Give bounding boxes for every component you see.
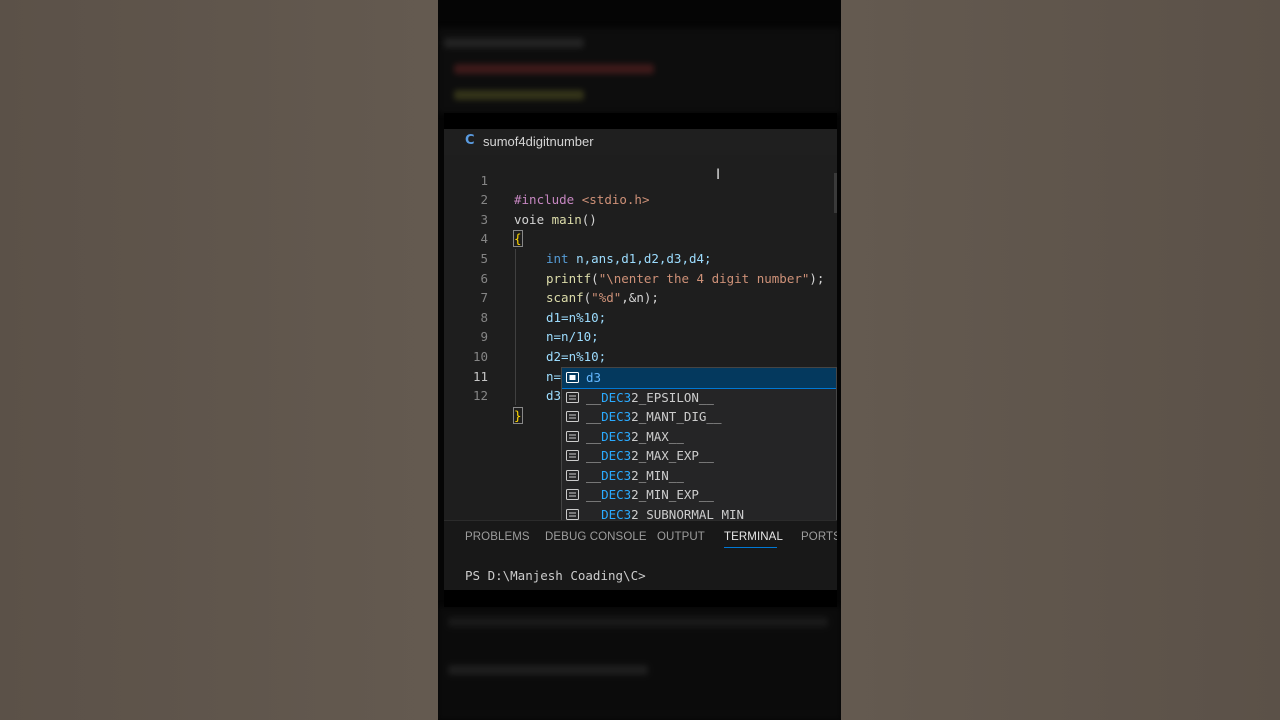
blurred-bottom-region [438,607,841,720]
constant-icon [566,469,579,481]
active-tab-indicator [724,547,777,548]
suggestion-prefix: __ [586,428,602,444]
suggestion-item[interactable]: __DEC32_MIN__ [562,466,836,486]
suggestion-suffix: 2_EPSILON__ [631,389,714,405]
constant-icon [566,508,579,520]
code-line[interactable]: 9 d2=n%10; [444,308,837,364]
autocomplete-suggestions[interactable]: d3 __DEC32_EPSILON__ __DEC32_MANT_DIG__ __D… [561,367,837,525]
code-token: } [513,406,523,424]
code-area[interactable]: 1 #include <stdio.h> 2 voie main() 3 { 4… [444,151,837,424]
suggestion-prefix: __ [586,409,602,424]
editor-bottom-bar [444,590,837,607]
code-line-current[interactable]: 11 d3 [444,347,837,404]
blur-line [444,38,584,48]
suggestion-match: DEC3 [601,448,632,463]
suggestion-item[interactable]: __DEC32_MAX_EXP__ [562,446,836,466]
suggestion-item[interactable]: __DEC32_EPSILON__ [562,388,836,408]
suggestion-match: d3 [586,370,602,385]
code-line[interactable]: 4 int n,ans,d1,d2,d3,d4; [444,210,837,266]
suggestion-suffix: 2_MAX__ [631,428,684,444]
terminal-prompt[interactable]: PS D:\Manjesh Coading\C> [465,568,646,583]
tab-ports[interactable]: PORTS [801,531,837,543]
suggestion-prefix: __ [586,467,602,483]
code-line[interactable]: 1 #include <stdio.h> [444,151,837,208]
video-side-blur-left [0,0,438,720]
file-name[interactable]: sumof4digitnumber [483,134,594,149]
suggestion-label: __DEC32_MAX_EXP__ [586,446,714,466]
suggestion-item[interactable]: __DEC32_MAX__ [562,427,836,447]
blur-line [448,617,828,627]
scrollbar[interactable] [834,173,837,213]
suggestion-match: DEC3 [601,389,632,405]
tab-debug-console[interactable]: DEBUG CONSOLE [545,531,647,543]
code-line[interactable]: 8 n=n/10; [444,288,837,345]
suggestion-label: __DEC32_MIN__ [586,466,684,486]
line-number: 12 [472,388,488,404]
code-line[interactable]: 5 printf("\nenter the 4 digit number"); [444,229,837,286]
suggestion-item[interactable]: __DEC32_MANT_DIG__ [562,407,836,427]
c-language-icon: C [465,133,475,148]
suggestion-prefix: __ [586,487,602,502]
tab-output[interactable]: OUTPUT [657,531,705,543]
suggestion-prefix: __ [586,448,602,463]
suggestion-match: DEC3 [601,428,632,444]
variable-icon [566,372,579,383]
suggestion-item[interactable]: d3 [562,368,836,389]
code-text: d3 [546,388,562,404]
bottom-panel: PROBLEMS DEBUG CONSOLE OUTPUT TERMINAL P… [444,520,837,591]
blur-line [454,64,654,74]
suggestion-match: DEC3 [601,409,632,424]
tab-terminal[interactable]: TERMINAL [724,531,783,543]
suggestion-match: DEC3 [601,467,632,483]
code-line[interactable]: 7 d1=n%10; [444,269,837,325]
blurred-top-region [438,28,841,113]
suggestion-suffix: 2_MANT_DIG__ [631,409,722,424]
suggestion-label: __DEC32_EPSILON__ [586,388,714,408]
suggestion-item[interactable]: __DEC32_MIN_EXP__ [562,485,836,505]
blur-line [448,665,648,675]
suggestion-label: __DEC32_MIN_EXP__ [586,485,714,505]
blur-line [454,90,584,100]
suggestion-suffix: 2_MIN__ [631,467,684,483]
constant-icon [566,391,579,403]
suggestion-label: d3 [586,368,601,388]
tab-problems[interactable]: PROBLEMS [465,531,530,543]
constant-icon [566,489,579,500]
code-editor: C sumof4digitnumber 1 #include <stdio.h>… [444,113,837,607]
constant-icon [566,411,579,422]
suggestion-suffix: 2_MIN_EXP__ [631,487,714,502]
text-cursor-icon: I [716,167,721,183]
constant-icon [566,450,579,461]
suggestion-suffix: 2_MAX_EXP__ [631,448,714,463]
suggestion-prefix: __ [586,389,602,405]
suggestion-match: DEC3 [601,487,632,502]
constant-icon [566,430,579,442]
code-line[interactable]: 6 scanf("%d",&n); [444,249,837,306]
code-line[interactable]: 2 voie main() [444,171,837,227]
code-line[interactable]: 10 n=n/10; [444,327,837,384]
video-side-blur-right [841,0,1280,720]
suggestion-label: __DEC32_MANT_DIG__ [586,407,721,427]
editor-top-bar [444,113,837,129]
code-line[interactable]: 3 { [444,190,837,248]
suggestion-label: __DEC32_MAX__ [586,427,684,447]
